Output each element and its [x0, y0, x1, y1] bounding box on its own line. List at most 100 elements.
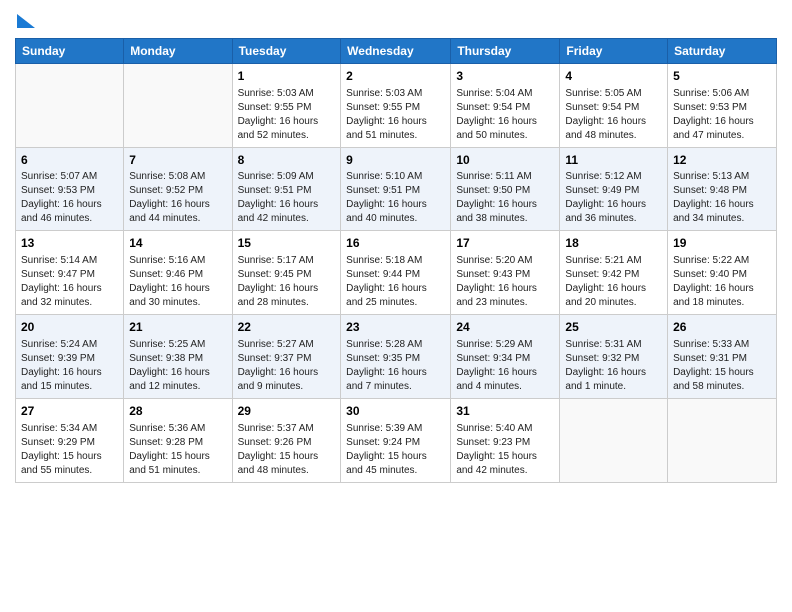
cell-content: Sunrise: 5:20 AM Sunset: 9:43 PM Dayligh… — [456, 254, 554, 310]
calendar-cell: 17 Sunrise: 5:20 AM Sunset: 9:43 PM Dayli… — [451, 231, 560, 315]
cell-content: Sunrise: 5:28 AM Sunset: 9:35 PM Dayligh… — [346, 338, 445, 394]
header — [15, 10, 777, 30]
cell-content: Sunrise: 5:37 AM Sunset: 9:26 PM Dayligh… — [238, 422, 336, 478]
day-number: 30 — [346, 403, 445, 420]
day-number: 9 — [346, 152, 445, 169]
calendar-cell: 19 Sunrise: 5:22 AM Sunset: 9:40 PM Dayli… — [668, 231, 777, 315]
cell-content: Sunrise: 5:05 AM Sunset: 9:54 PM Dayligh… — [565, 87, 662, 143]
cell-content: Sunrise: 5:09 AM Sunset: 9:51 PM Dayligh… — [238, 170, 336, 226]
logo-arrow-icon — [17, 14, 35, 28]
cell-content: Sunrise: 5:36 AM Sunset: 9:28 PM Dayligh… — [129, 422, 226, 478]
page: SundayMondayTuesdayWednesdayThursdayFrid… — [0, 0, 792, 612]
calendar-week-row: 20 Sunrise: 5:24 AM Sunset: 9:39 PM Dayli… — [16, 315, 777, 399]
day-number: 6 — [21, 152, 118, 169]
day-number: 1 — [238, 68, 336, 85]
day-number: 23 — [346, 319, 445, 336]
day-number: 21 — [129, 319, 226, 336]
day-number: 7 — [129, 152, 226, 169]
calendar-cell: 24 Sunrise: 5:29 AM Sunset: 9:34 PM Dayli… — [451, 315, 560, 399]
calendar-cell: 16 Sunrise: 5:18 AM Sunset: 9:44 PM Dayli… — [341, 231, 451, 315]
weekday-header: Wednesday — [341, 38, 451, 63]
calendar-cell: 9Sunrise: 5:10 AM Sunset: 9:51 PM Daylig… — [341, 147, 451, 231]
calendar-cell: 21 Sunrise: 5:25 AM Sunset: 9:38 PM Dayli… — [124, 315, 232, 399]
weekday-header: Thursday — [451, 38, 560, 63]
calendar-cell: 31 Sunrise: 5:40 AM Sunset: 9:23 PM Dayli… — [451, 398, 560, 482]
calendar-cell: 8Sunrise: 5:09 AM Sunset: 9:51 PM Daylig… — [232, 147, 341, 231]
calendar-cell: 14 Sunrise: 5:16 AM Sunset: 9:46 PM Dayli… — [124, 231, 232, 315]
cell-content: Sunrise: 5:18 AM Sunset: 9:44 PM Dayligh… — [346, 254, 445, 310]
cell-content: Sunrise: 5:24 AM Sunset: 9:39 PM Dayligh… — [21, 338, 118, 394]
cell-content: Sunrise: 5:16 AM Sunset: 9:46 PM Dayligh… — [129, 254, 226, 310]
cell-content: Sunrise: 5:27 AM Sunset: 9:37 PM Dayligh… — [238, 338, 336, 394]
cell-content: Sunrise: 5:22 AM Sunset: 9:40 PM Dayligh… — [673, 254, 771, 310]
cell-content: Sunrise: 5:06 AM Sunset: 9:53 PM Dayligh… — [673, 87, 771, 143]
day-number: 16 — [346, 235, 445, 252]
calendar-cell: 30 Sunrise: 5:39 AM Sunset: 9:24 PM Dayli… — [341, 398, 451, 482]
day-number: 29 — [238, 403, 336, 420]
weekday-header: Saturday — [668, 38, 777, 63]
day-number: 13 — [21, 235, 118, 252]
cell-content: Sunrise: 5:13 AM Sunset: 9:48 PM Dayligh… — [673, 170, 771, 226]
day-number: 20 — [21, 319, 118, 336]
cell-content: Sunrise: 5:34 AM Sunset: 9:29 PM Dayligh… — [21, 422, 118, 478]
day-number: 5 — [673, 68, 771, 85]
cell-content: Sunrise: 5:40 AM Sunset: 9:23 PM Dayligh… — [456, 422, 554, 478]
cell-content: Sunrise: 5:03 AM Sunset: 9:55 PM Dayligh… — [238, 87, 336, 143]
day-number: 8 — [238, 152, 336, 169]
cell-content: Sunrise: 5:12 AM Sunset: 9:49 PM Dayligh… — [565, 170, 662, 226]
calendar-cell: 11Sunrise: 5:12 AM Sunset: 9:49 PM Dayli… — [560, 147, 668, 231]
calendar-cell: 18Sunrise: 5:21 AM Sunset: 9:42 PM Dayli… — [560, 231, 668, 315]
logo — [15, 10, 35, 30]
day-number: 10 — [456, 152, 554, 169]
calendar-cell: 28 Sunrise: 5:36 AM Sunset: 9:28 PM Dayli… — [124, 398, 232, 482]
calendar-cell: 27 Sunrise: 5:34 AM Sunset: 9:29 PM Dayli… — [16, 398, 124, 482]
cell-content: Sunrise: 5:14 AM Sunset: 9:47 PM Dayligh… — [21, 254, 118, 310]
cell-content: Sunrise: 5:21 AM Sunset: 9:42 PM Dayligh… — [565, 254, 662, 310]
day-number: 26 — [673, 319, 771, 336]
cell-content: Sunrise: 5:29 AM Sunset: 9:34 PM Dayligh… — [456, 338, 554, 394]
day-number: 14 — [129, 235, 226, 252]
day-number: 25 — [565, 319, 662, 336]
cell-content: Sunrise: 5:08 AM Sunset: 9:52 PM Dayligh… — [129, 170, 226, 226]
cell-content: Sunrise: 5:04 AM Sunset: 9:54 PM Dayligh… — [456, 87, 554, 143]
day-number: 2 — [346, 68, 445, 85]
calendar-cell: 5 Sunrise: 5:06 AM Sunset: 9:53 PM Daylig… — [668, 63, 777, 147]
calendar-week-row: 1 Sunrise: 5:03 AM Sunset: 9:55 PM Daylig… — [16, 63, 777, 147]
cell-content: Sunrise: 5:11 AM Sunset: 9:50 PM Dayligh… — [456, 170, 554, 226]
day-number: 19 — [673, 235, 771, 252]
calendar-cell: 25 Sunrise: 5:31 AM Sunset: 9:32 PM Dayli… — [560, 315, 668, 399]
day-number: 27 — [21, 403, 118, 420]
day-number: 31 — [456, 403, 554, 420]
cell-content: Sunrise: 5:17 AM Sunset: 9:45 PM Dayligh… — [238, 254, 336, 310]
calendar-header-row: SundayMondayTuesdayWednesdayThursdayFrid… — [16, 38, 777, 63]
calendar-cell: 7Sunrise: 5:08 AM Sunset: 9:52 PM Daylig… — [124, 147, 232, 231]
calendar-cell — [16, 63, 124, 147]
calendar-cell: 13 Sunrise: 5:14 AM Sunset: 9:47 PM Dayli… — [16, 231, 124, 315]
calendar-cell: 20 Sunrise: 5:24 AM Sunset: 9:39 PM Dayli… — [16, 315, 124, 399]
cell-content: Sunrise: 5:25 AM Sunset: 9:38 PM Dayligh… — [129, 338, 226, 394]
day-number: 22 — [238, 319, 336, 336]
cell-content: Sunrise: 5:31 AM Sunset: 9:32 PM Dayligh… — [565, 338, 662, 394]
calendar-cell: 6Sunrise: 5:07 AM Sunset: 9:53 PM Daylig… — [16, 147, 124, 231]
calendar-cell: 15 Sunrise: 5:17 AM Sunset: 9:45 PM Dayli… — [232, 231, 341, 315]
calendar-cell — [560, 398, 668, 482]
day-number: 17 — [456, 235, 554, 252]
cell-content: Sunrise: 5:39 AM Sunset: 9:24 PM Dayligh… — [346, 422, 445, 478]
calendar-cell: 2 Sunrise: 5:03 AM Sunset: 9:55 PM Daylig… — [341, 63, 451, 147]
logo-text-block — [15, 10, 35, 30]
day-number: 15 — [238, 235, 336, 252]
cell-content: Sunrise: 5:33 AM Sunset: 9:31 PM Dayligh… — [673, 338, 771, 394]
day-number: 12 — [673, 152, 771, 169]
calendar-week-row: 27 Sunrise: 5:34 AM Sunset: 9:29 PM Dayli… — [16, 398, 777, 482]
calendar-cell: 4Sunrise: 5:05 AM Sunset: 9:54 PM Daylig… — [560, 63, 668, 147]
day-number: 24 — [456, 319, 554, 336]
day-number: 28 — [129, 403, 226, 420]
calendar-cell: 3 Sunrise: 5:04 AM Sunset: 9:54 PM Daylig… — [451, 63, 560, 147]
calendar-cell: 12Sunrise: 5:13 AM Sunset: 9:48 PM Dayli… — [668, 147, 777, 231]
cell-content: Sunrise: 5:03 AM Sunset: 9:55 PM Dayligh… — [346, 87, 445, 143]
calendar-cell: 1 Sunrise: 5:03 AM Sunset: 9:55 PM Daylig… — [232, 63, 341, 147]
weekday-header: Monday — [124, 38, 232, 63]
day-number: 3 — [456, 68, 554, 85]
calendar-cell: 22 Sunrise: 5:27 AM Sunset: 9:37 PM Dayli… — [232, 315, 341, 399]
weekday-header: Friday — [560, 38, 668, 63]
